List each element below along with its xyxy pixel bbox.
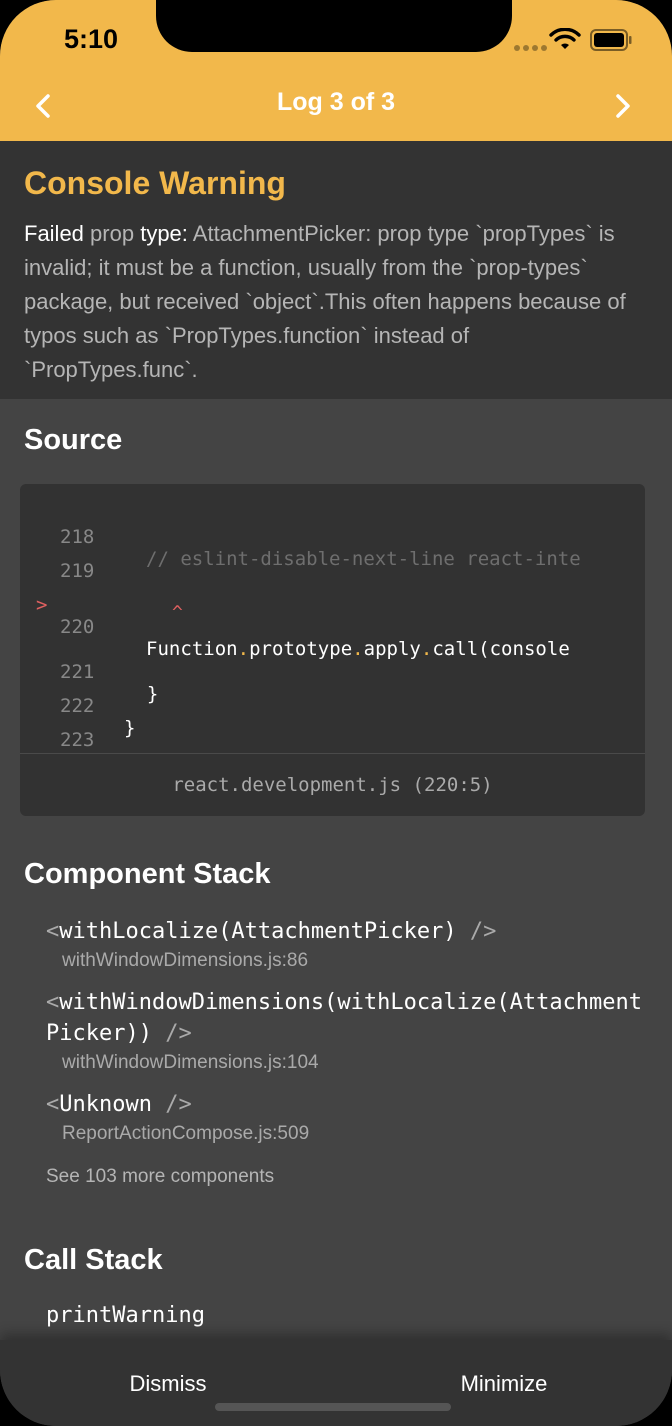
source-code-box[interactable]: 218 // eslint-disable-next-line react-in… [20,484,645,816]
warning-title: Console Warning [24,165,286,201]
component-file: withWindowDimensions.js:86 [62,950,309,971]
error-line-marker: > [36,594,48,616]
source-file-location[interactable]: react.development.js (220:5) [20,774,645,796]
dismiss-button[interactable]: Dismiss [0,1340,336,1426]
source-section-title: Source [24,424,123,456]
next-log-button[interactable] [600,84,644,128]
component-file: withWindowDimensions.js:104 [62,1052,319,1073]
component-file: ReportActionCompose.js:509 [62,1123,310,1144]
phone-screen: 5:10 Log 3 of 3 Console Warning Failed p [0,0,672,1426]
minimize-button[interactable]: Minimize [336,1340,672,1426]
see-more-components-link[interactable]: See 103 more components [46,1166,274,1188]
bottom-action-bar: Dismiss Minimize [0,1340,672,1426]
warning-message-part: type: [140,221,193,246]
warning-message-part: Failed [24,221,91,246]
chevron-right-icon [616,94,630,118]
home-indicator[interactable] [215,1403,451,1411]
header-bar: 5:10 Log 3 of 3 [0,0,672,141]
code-line-active: > 220 Function.prototype.apply.call(cons… [20,572,645,660]
call-stack-title: Call Stack [24,1244,163,1276]
component-name: <Unknown /> [46,1092,192,1117]
warning-panel: Console Warning Failed prop type: Attach… [0,141,672,399]
component-frame[interactable]: <Unknown /> ReportActionCompose.js:509 [46,1089,646,1148]
warning-message-part: prop [90,221,141,246]
line-number: 223 [60,729,95,751]
error-caret: ^ [172,602,183,623]
battery-icon [590,29,632,51]
component-frame[interactable]: <withLocalize(AttachmentPicker) /> withW… [46,916,646,975]
signal-icon [514,38,550,56]
code-line: 218 // eslint-disable-next-line react-in… [20,504,645,570]
line-number: 220 [60,616,95,638]
warning-message: Failed prop type: AttachmentPicker: prop… [24,217,644,387]
divider [20,753,645,754]
component-name: <withWindowDimensions(withLocalize(Attac… [46,990,643,1046]
wifi-icon [549,28,581,49]
code-line: 219 [20,538,645,582]
component-frame[interactable]: <withWindowDimensions(withLocalize(Attac… [46,987,646,1077]
component-name: <withLocalize(AttachmentPicker) /> [46,919,497,944]
call-stack-frame[interactable]: printWarning [46,1303,205,1328]
component-stack-title: Component Stack [24,858,271,890]
code-line: 222 } [20,673,645,739]
status-time: 5:10 [64,24,119,54]
log-title: Log 3 of 3 [276,88,396,116]
code-line: 223 [20,707,645,751]
code-line: 221 } [20,639,645,705]
notch [156,0,512,52]
